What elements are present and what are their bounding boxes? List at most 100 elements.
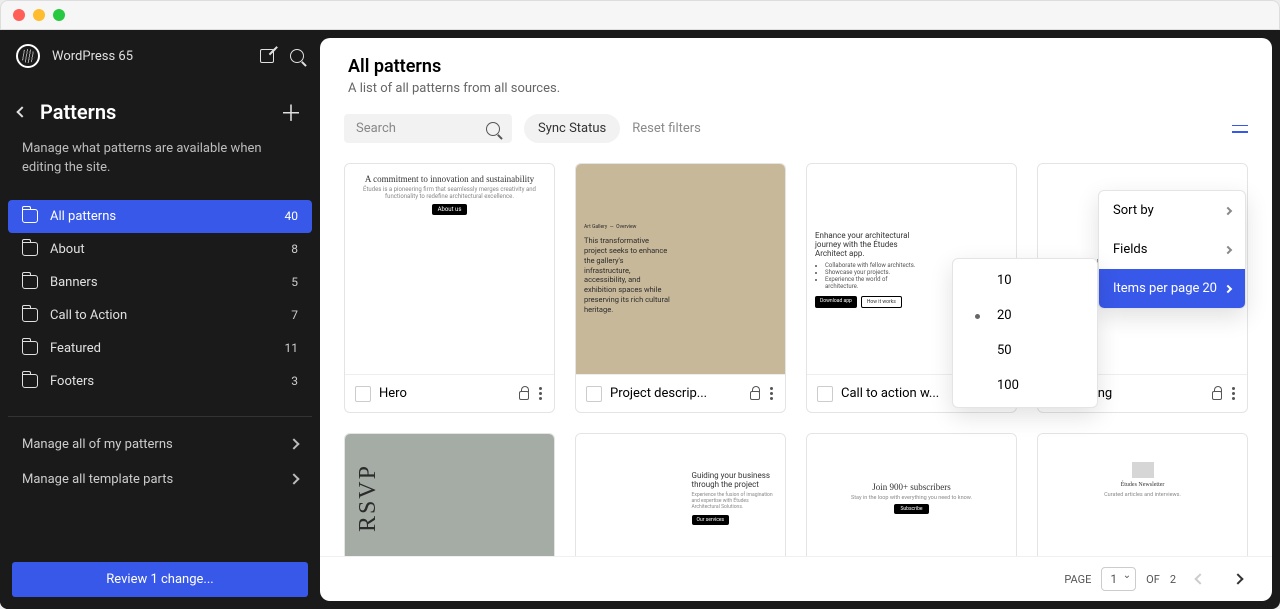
- pattern-card[interactable]: Guiding your business through the projec…: [575, 433, 786, 556]
- manage-my-patterns-link[interactable]: Manage all of my patterns: [0, 427, 320, 462]
- items-per-page-choice[interactable]: 50: [953, 333, 1097, 368]
- sidebar-title: Patterns: [40, 100, 116, 124]
- total-pages: 2: [1170, 573, 1176, 586]
- page-select[interactable]: 1: [1101, 567, 1136, 591]
- pattern-thumbnail: Guiding your business through the projec…: [576, 434, 785, 556]
- thumb-text: Curated articles and interviews.: [1104, 492, 1181, 498]
- review-changes-button[interactable]: Review 1 change...: [12, 562, 308, 597]
- pattern-card[interactable]: A commitment to innovation and sustainab…: [344, 163, 555, 413]
- sidebar-category-item[interactable]: Call to Action7: [8, 299, 312, 332]
- thumb-text: Guiding your business through the projec…: [692, 471, 776, 489]
- pattern-title: Project descrip...: [610, 386, 742, 401]
- category-count: 7: [291, 308, 298, 322]
- chevron-right-icon: [1224, 245, 1232, 253]
- pattern-thumbnail: Art Gallery — OverviewThis transformativ…: [576, 164, 785, 374]
- current-page: 1: [1110, 572, 1117, 586]
- pattern-thumbnail: A commitment to innovation and sustainab…: [345, 164, 554, 374]
- folder-icon: [22, 242, 38, 256]
- search-icon: [486, 122, 500, 136]
- option-label: Sort by: [1113, 203, 1154, 218]
- open-site-icon[interactable]: [260, 49, 274, 63]
- items-per-page-option[interactable]: Items per page 20: [1099, 269, 1245, 308]
- pattern-thumbnail: Études Newsletter Curated articles and i…: [1038, 434, 1247, 556]
- pattern-thumbnail: RSVP: [345, 434, 554, 556]
- category-label: Featured: [50, 341, 101, 356]
- thumb-text: A commitment to innovation and sustainab…: [365, 174, 534, 184]
- sidebar-category-item[interactable]: Featured 11: [8, 332, 312, 365]
- sidebar-category-item[interactable]: All patterns40: [8, 200, 312, 233]
- category-label: Banners: [50, 275, 98, 290]
- pattern-card[interactable]: Études Newsletter Curated articles and i…: [1037, 433, 1248, 556]
- thumb-text: Join 900+ subscribers: [872, 482, 951, 492]
- command-search-icon[interactable]: [290, 49, 304, 63]
- option-label: Items per page: [1113, 281, 1199, 296]
- thumb-text: Études Newsletter: [1121, 482, 1165, 488]
- sidebar-category-item[interactable]: Banners5: [8, 266, 312, 299]
- folder-icon: [22, 374, 38, 388]
- sort-by-option[interactable]: Sort by: [1099, 191, 1245, 230]
- items-per-page-choice[interactable]: 10: [953, 263, 1097, 298]
- maximize-window-button[interactable]: [53, 9, 65, 21]
- close-window-button[interactable]: [13, 9, 25, 21]
- category-count: 3: [291, 374, 298, 388]
- thumb-text: About us: [432, 204, 468, 215]
- pattern-title: Hero: [379, 386, 511, 401]
- pattern-card[interactable]: RSVP: [344, 433, 555, 556]
- category-count: 8: [291, 242, 298, 256]
- pattern-card[interactable]: Art Gallery — OverviewThis transformativ…: [575, 163, 786, 413]
- sync-status-filter[interactable]: Sync Status: [524, 114, 620, 143]
- sidebar: WordPress 65 Patterns ＋ Manage what patt…: [0, 30, 320, 609]
- items-per-page-submenu: 102050100: [952, 258, 1098, 408]
- window-titlebar: [0, 0, 1280, 30]
- site-name: WordPress 65: [52, 49, 133, 64]
- manage-my-patterns-label: Manage all of my patterns: [22, 437, 173, 452]
- thumb-text: Stay in the loop with everything you nee…: [851, 495, 972, 501]
- category-label: About: [50, 242, 85, 257]
- option-value: 20: [1202, 281, 1217, 296]
- divider: [8, 416, 312, 417]
- sidebar-description: Manage what patterns are available when …: [0, 136, 320, 192]
- category-count: 11: [285, 341, 299, 355]
- prev-page-button[interactable]: [1186, 565, 1214, 593]
- folder-icon: [22, 275, 38, 289]
- wordpress-logo-icon[interactable]: [16, 44, 40, 68]
- page-title: All patterns: [348, 56, 1244, 77]
- category-label: Footers: [50, 374, 94, 389]
- sidebar-category-item[interactable]: About 8: [8, 233, 312, 266]
- thumb-text: Download app: [815, 296, 857, 308]
- items-per-page-choice[interactable]: 100: [953, 368, 1097, 403]
- select-checkbox[interactable]: [817, 386, 833, 402]
- folder-icon: [22, 209, 38, 223]
- search-input[interactable]: Search: [344, 114, 512, 143]
- card-actions-menu[interactable]: [1230, 385, 1237, 402]
- reset-filters-button[interactable]: Reset filters: [632, 121, 701, 136]
- page-label: PAGE: [1064, 573, 1091, 586]
- minimize-window-button[interactable]: [33, 9, 45, 21]
- thumb-text: Études is a pioneering firm that seamles…: [355, 186, 544, 200]
- add-pattern-icon[interactable]: ＋: [280, 96, 302, 128]
- thumb-text: Enhance your architectural journey with …: [815, 231, 920, 258]
- manage-template-parts-link[interactable]: Manage all template parts: [0, 462, 320, 497]
- items-per-page-choice[interactable]: 20: [953, 298, 1097, 333]
- main-panel: All patterns A list of all patterns from…: [320, 38, 1272, 601]
- select-checkbox[interactable]: [355, 386, 371, 402]
- back-icon[interactable]: [16, 106, 27, 117]
- folder-icon: [22, 341, 38, 355]
- card-actions-menu[interactable]: [537, 385, 544, 402]
- thumb-text: Subscribe: [894, 504, 928, 514]
- select-checkbox[interactable]: [586, 386, 602, 402]
- fields-option[interactable]: Fields: [1099, 230, 1245, 269]
- chevron-right-icon: [1224, 206, 1232, 214]
- pattern-card[interactable]: Join 900+ subscribers Stay in the loop w…: [806, 433, 1017, 556]
- card-actions-menu[interactable]: [768, 385, 775, 402]
- view-options-icon[interactable]: [1232, 123, 1248, 135]
- of-label: OF: [1146, 573, 1160, 586]
- manage-template-parts-label: Manage all template parts: [22, 472, 173, 487]
- next-page-button[interactable]: [1224, 565, 1252, 593]
- thumb-text: This transformative project seeks to enh…: [584, 236, 672, 314]
- chevron-right-icon: [288, 474, 299, 485]
- lock-icon: [1212, 391, 1222, 400]
- page-subtitle: A list of all patterns from all sources.: [348, 81, 1244, 96]
- sidebar-category-item[interactable]: Footers 3: [8, 365, 312, 398]
- lock-icon: [519, 391, 529, 400]
